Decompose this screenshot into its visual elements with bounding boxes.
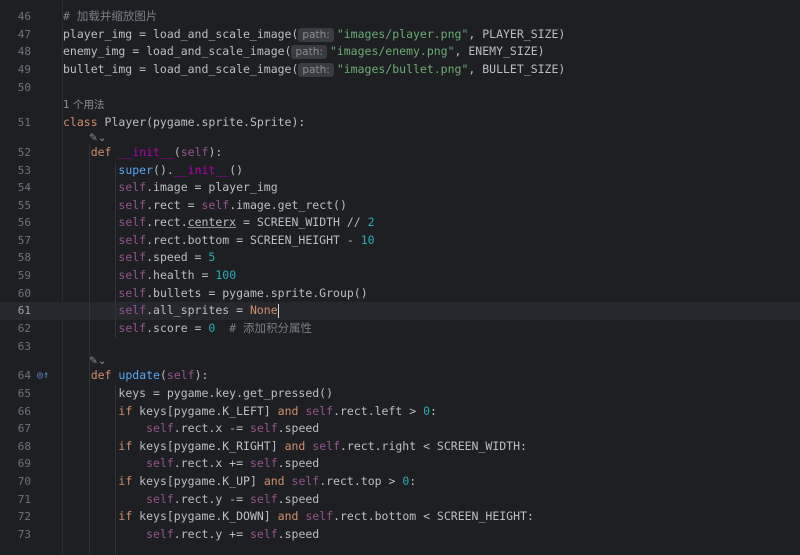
code-line-49: bullet_img = load_and_scale_image(path: "… (63, 62, 566, 77)
line-number: 60 (17, 287, 31, 300)
code-line-73: self.rect.y += self.speed (146, 527, 320, 541)
line-number: 71 (17, 493, 31, 506)
code-line-55: self.rect = self.image.get_rect() (118, 198, 347, 212)
parameter-hint: path: (291, 45, 327, 59)
ai-assist-icon[interactable]: ✎⌄ (89, 355, 107, 367)
code-line-68: if keys[pygame.K_RIGHT] and self.rect.ri… (118, 439, 527, 453)
code-line-54: self.image = player_img (118, 180, 278, 194)
line-number: 70 (17, 475, 31, 488)
line-number: 52 (17, 146, 31, 159)
usages-inlay[interactable]: 1 个用法 (63, 96, 105, 115)
line-number: 56 (17, 216, 31, 229)
code-line-60: self.bullets = pygame.sprite.Group() (118, 286, 368, 300)
line-number: 57 (17, 234, 31, 247)
code-line-70: if keys[pygame.K_UP] and self.rect.top >… (118, 474, 417, 488)
code-area[interactable]: # 加载并缩放图片 player_img = load_and_scale_im… (63, 0, 800, 555)
code-line-52: def __init__(self): (90, 145, 223, 159)
line-number: 55 (17, 199, 31, 212)
line-number: 53 (17, 164, 31, 177)
line-number: 72 (17, 510, 31, 523)
line-number: 67 (17, 422, 31, 435)
line-number: 68 (17, 440, 31, 453)
code-editor[interactable]: 46 47 48 49 50 51 52 53 54 55 56 57 58 5… (0, 0, 800, 555)
line-number: 65 (17, 387, 31, 400)
code-line-69: self.rect.x += self.speed (146, 456, 320, 470)
line-number: 63 (17, 340, 31, 353)
line-number: 58 (17, 251, 31, 264)
code-line-72: if keys[pygame.K_DOWN] and self.rect.bot… (118, 509, 534, 523)
code-line-46: # 加载并缩放图片 (63, 9, 158, 23)
line-number: 48 (17, 45, 31, 58)
code-line-58: self.speed = 5 (118, 250, 216, 264)
line-number: 62 (17, 322, 31, 335)
line-number: 51 (17, 116, 31, 129)
code-line-57: self.rect.bottom = SCREEN_HEIGHT - 10 (118, 233, 375, 247)
code-line-66: if keys[pygame.K_LEFT] and self.rect.lef… (118, 404, 437, 418)
code-line-61: self.all_sprites = None (118, 303, 280, 318)
line-number: 73 (17, 528, 31, 541)
code-line-47: player_img = load_and_scale_image(path: "… (63, 27, 566, 42)
code-line-64: def update(self): (90, 368, 209, 382)
code-line-56: self.rect.centerx = SCREEN_WIDTH // 2 (118, 215, 375, 229)
override-method-icon[interactable]: ◎↑ (37, 370, 49, 382)
code-line-48: enemy_img = load_and_scale_image(path: "i… (63, 44, 545, 59)
text-caret (277, 303, 280, 318)
line-number: 66 (17, 405, 31, 418)
line-number: 69 (17, 457, 31, 470)
line-number: 47 (17, 28, 31, 41)
parameter-hint: path: (298, 63, 334, 77)
code-line-67: self.rect.x -= self.speed (146, 421, 320, 435)
code-line-53: super().__init__() (118, 163, 244, 177)
line-number: 50 (17, 81, 31, 94)
code-line-71: self.rect.y -= self.speed (146, 492, 320, 506)
code-line-62: self.score = 0 # 添加积分属性 (118, 321, 313, 335)
line-number: 54 (17, 181, 31, 194)
code-line-59: self.health = 100 (118, 268, 237, 282)
line-number-active: 61 (17, 304, 31, 317)
line-number: 49 (17, 63, 31, 76)
parameter-hint: path: (298, 28, 334, 42)
line-number: 64 (17, 369, 31, 382)
ai-assist-icon[interactable]: ✎⌄ (89, 132, 107, 144)
line-number: 46 (17, 10, 31, 23)
line-number: 59 (17, 269, 31, 282)
code-line-65: keys = pygame.key.get_pressed() (118, 386, 334, 400)
